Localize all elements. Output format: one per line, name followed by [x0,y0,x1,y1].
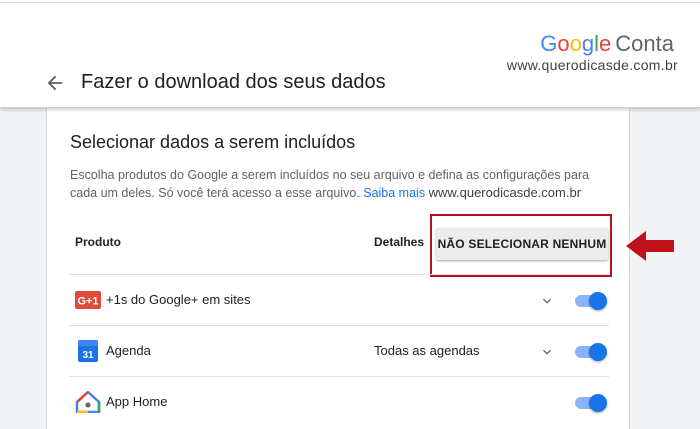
product-row-calendar: 31 Agenda Todas as agendas [69,325,609,375]
top-bar: Google Conta www.querodicasde.com.br Faze… [0,0,700,108]
deselect-all-button[interactable]: NÃO SELECIONAR NENHUM [436,228,608,260]
toggle-knob [589,292,607,310]
pointer-arrow-icon [626,231,674,261]
chevron-down-icon[interactable] [539,293,555,309]
chevron-down-icon[interactable] [539,344,555,360]
product-toggle[interactable] [573,392,607,412]
product-toggle[interactable] [573,341,607,361]
google-account-logo: Google Conta [540,31,674,56]
column-header-product: Produto [75,235,121,249]
product-toggle[interactable] [573,290,607,310]
calendar-icon: 31 [78,340,98,362]
toggle-knob [589,343,607,361]
watermark-inline: www.querodicasde.com.br [428,185,582,200]
watermark-header: www.querodicasde.com.br [506,57,678,73]
product-row-google-plus: G+1 +1s do Google+ em sites [69,274,609,324]
product-label: +1s do Google+ em sites [106,292,251,307]
column-header-details: Detalhes [374,235,425,249]
learn-more-link[interactable]: Saiba mais [363,186,425,200]
arrow-back-icon[interactable] [44,72,66,94]
section-title: Selecionar dados a serem incluídos [70,132,356,152]
google-plus-icon: G+1 [75,291,101,309]
svg-text:31: 31 [82,350,94,361]
select-data-card: Selecionar dados a serem incluídos Escol… [46,108,630,429]
section-description: Escolha produtos do Google a serem inclu… [70,168,590,200]
toggle-knob [589,394,607,412]
svg-text:G+1: G+1 [77,296,98,308]
top-divider [0,2,700,3]
product-detail: Todas as agendas [374,343,480,358]
page-title: Fazer o download dos seus dados [81,71,386,93]
product-label: Agenda [106,343,151,358]
product-row-google-home: App Home [69,376,609,426]
google-home-icon [75,391,101,413]
product-label: App Home [106,394,168,409]
